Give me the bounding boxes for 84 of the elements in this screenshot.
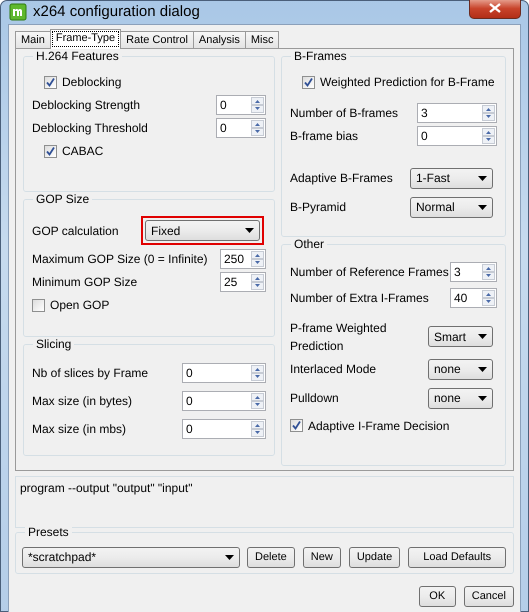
tab[interactable]: Misc [244, 30, 280, 48]
checkmark-icon [45, 76, 56, 88]
group-title: Presets [25, 526, 72, 538]
caret-icon [225, 554, 234, 560]
preset-action-button[interactable]: New [302, 546, 341, 568]
spin-arrows-icon[interactable] [251, 274, 264, 290]
spin-box[interactable]: 0 [182, 418, 266, 438]
preset-dropdown[interactable]: *scratchpad* [22, 546, 240, 568]
checkbox[interactable]: CABAC [44, 142, 104, 160]
tab[interactable]: Analysis [192, 30, 246, 48]
spin-arrows-icon[interactable] [482, 105, 495, 121]
spin-arrows-icon[interactable] [482, 128, 495, 144]
spin-arrows-icon[interactable] [251, 392, 264, 408]
spin-box[interactable]: 0 [216, 118, 266, 138]
spin-box[interactable]: 0 [417, 126, 497, 146]
field-label: Minimum GOP Size [32, 274, 138, 291]
spin-arrows-icon[interactable] [251, 251, 264, 267]
preset-action-button[interactable]: Load Defaults [408, 546, 506, 568]
caret-icon [478, 176, 487, 180]
spin-box[interactable]: 3 [417, 103, 497, 123]
close-button[interactable] [469, 0, 521, 19]
group-title: H.264 Features [33, 50, 122, 62]
field-label: Nb of slices by Frame [32, 364, 150, 382]
group-title: B-Frames [291, 50, 350, 62]
field-label: Max size (in mbs) [32, 420, 128, 438]
preset-action-button[interactable]: Delete [247, 546, 295, 568]
field-label: Maximum GOP Size (0 = Infinite) [32, 251, 208, 268]
field-label: B-frame bias [290, 128, 360, 145]
checkbox[interactable]: Weighted Prediction for B-Frame [302, 73, 495, 91]
field-label: Pulldown [290, 390, 340, 407]
spin-arrows-icon[interactable] [482, 290, 495, 306]
spin-arrows-icon[interactable] [251, 97, 264, 113]
spin-box[interactable]: 40 [450, 288, 497, 308]
dropdown[interactable]: 1-Fast [410, 168, 493, 188]
checkbox[interactable]: Open GOP [32, 296, 110, 314]
field-label: B-Pyramid [290, 199, 348, 216]
field-label: GOP calculation [32, 222, 120, 240]
checkmark-icon [291, 420, 302, 431]
checkmark-icon [303, 76, 314, 88]
dialog-button[interactable]: Cancel [464, 586, 514, 606]
dropdown[interactable]: none [428, 358, 493, 380]
field-label: Max size (in bytes) [32, 392, 134, 410]
spin-box[interactable]: 0 [182, 362, 266, 382]
group-title: GOP Size [33, 192, 92, 206]
dropdown[interactable]: Fixed [145, 220, 260, 241]
dropdown[interactable]: none [428, 388, 493, 408]
window-title: x264 configuration dialog [33, 2, 200, 22]
caret-icon [478, 396, 487, 400]
field-label: Adaptive B-Frames [290, 170, 394, 187]
field-label: Number of Reference Frames [290, 264, 450, 280]
tab[interactable]: Main [15, 30, 51, 48]
spin-box[interactable]: 0 [182, 390, 266, 410]
spin-box[interactable]: 3 [450, 262, 497, 282]
tab[interactable]: Rate Control [120, 30, 194, 48]
spin-arrows-icon[interactable] [251, 420, 264, 436]
caret-icon [478, 334, 487, 339]
checkbox[interactable]: Adaptive I-Frame Decision [290, 416, 450, 434]
spin-arrows-icon[interactable] [251, 120, 264, 136]
spin-arrows-icon[interactable] [251, 364, 264, 380]
app-icon [9, 3, 27, 22]
command-line-text: program --output "output" "input" [20, 480, 192, 494]
group-title: Other [291, 238, 328, 250]
preset-action-button[interactable]: Update [348, 546, 400, 568]
close-icon [489, 3, 501, 14]
dialog-button[interactable]: OK [418, 586, 456, 606]
field-label: Interlaced Mode [290, 361, 378, 378]
spin-box[interactable]: 25 [220, 272, 266, 292]
caret-icon [478, 366, 487, 372]
dropdown[interactable]: Smart [428, 326, 493, 347]
tab[interactable]: Frame-Type [50, 28, 122, 48]
spin-arrows-icon[interactable] [482, 264, 495, 280]
field-label: P-frame Weighted Prediction [290, 320, 388, 354]
spin-box[interactable]: 250 [220, 249, 266, 269]
field-label: Number of B-frames [290, 105, 400, 122]
field-label: Deblocking Threshold [32, 120, 149, 137]
field-label: Number of Extra I-Frames [290, 290, 430, 306]
dropdown[interactable]: Normal [410, 196, 493, 218]
checkbox[interactable]: Deblocking [44, 73, 122, 91]
checkmark-icon [45, 146, 56, 156]
group-title: Slicing [33, 338, 74, 350]
spin-box[interactable]: 0 [216, 95, 266, 115]
field-label: Deblocking Strength [32, 97, 142, 114]
caret-icon [245, 228, 254, 233]
caret-icon [478, 204, 487, 210]
